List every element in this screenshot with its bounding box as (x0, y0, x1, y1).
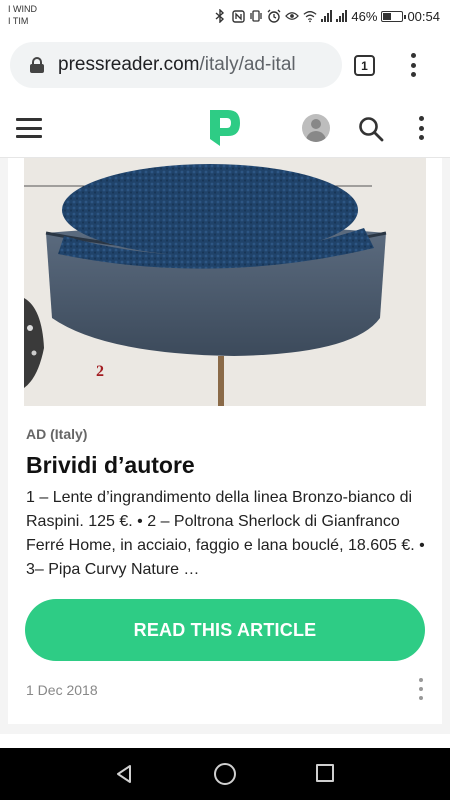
feed: 2 AD (Italy) Brividi d’autore 1 – Lente … (0, 158, 450, 734)
status-bar: I WIND I TIM 46% 00:54 (0, 0, 450, 32)
url-host: pressreader.com (58, 54, 200, 75)
battery-percent: 46% (351, 8, 378, 24)
account-avatar-icon[interactable] (302, 114, 330, 142)
article-image[interactable]: 2 (24, 158, 426, 406)
signal-icon (321, 10, 333, 22)
clock: 00:54 (407, 8, 440, 24)
phone-screen: I WIND I TIM 46% 00:54 pressreader.com/i… (0, 0, 450, 800)
system-navigation-bar (0, 748, 450, 800)
read-article-button[interactable]: READ THIS ARTICLE (25, 599, 425, 661)
carrier-1: I WIND (8, 4, 37, 14)
overflow-menu-icon[interactable] (416, 114, 426, 142)
home-icon[interactable] (214, 763, 236, 785)
alarm-icon (267, 8, 281, 24)
browser-toolbar: pressreader.com/italy/ad-ital 1 (0, 32, 450, 98)
article-excerpt: 1 – Lente d’ingrandimento della linea Br… (26, 489, 425, 578)
article-date: 1 Dec 2018 (26, 682, 98, 698)
status-icons: 46% 00:54 (213, 6, 440, 26)
search-icon[interactable] (358, 116, 384, 142)
url-text: pressreader.com/italy/ad-ital (58, 54, 296, 76)
article-more-options-icon[interactable] (417, 678, 425, 700)
hamburger-menu-icon[interactable] (16, 118, 42, 138)
battery-fill (383, 12, 392, 20)
wifi-icon (303, 8, 317, 24)
article-title[interactable]: Brividi d’autore (26, 452, 195, 479)
vibrate-icon (249, 8, 263, 24)
url-path: /italy/ad-ital (199, 54, 296, 75)
hero-caption-number: 2 (96, 363, 104, 380)
nfc-icon (231, 8, 245, 24)
article-card[interactable]: 2 AD (Italy) Brividi d’autore 1 – Lente … (8, 158, 442, 724)
address-bar[interactable]: pressreader.com/italy/ad-ital (10, 42, 342, 88)
back-icon[interactable] (113, 763, 135, 785)
app-header (0, 98, 450, 158)
carrier-2: I TIM (8, 16, 29, 26)
browser-menu-button[interactable] (407, 51, 419, 79)
signal-icon-2 (336, 10, 348, 22)
battery-icon (381, 10, 407, 22)
publication-name[interactable]: AD (Italy) (26, 426, 87, 442)
recent-apps-icon[interactable] (316, 764, 334, 782)
bluetooth-icon (213, 8, 227, 24)
lock-icon (30, 57, 44, 73)
pressreader-logo[interactable] (206, 108, 244, 148)
eye-comfort-icon (285, 8, 300, 24)
feed-bottom-gap (0, 734, 450, 748)
tab-switcher-button[interactable]: 1 (354, 55, 375, 76)
